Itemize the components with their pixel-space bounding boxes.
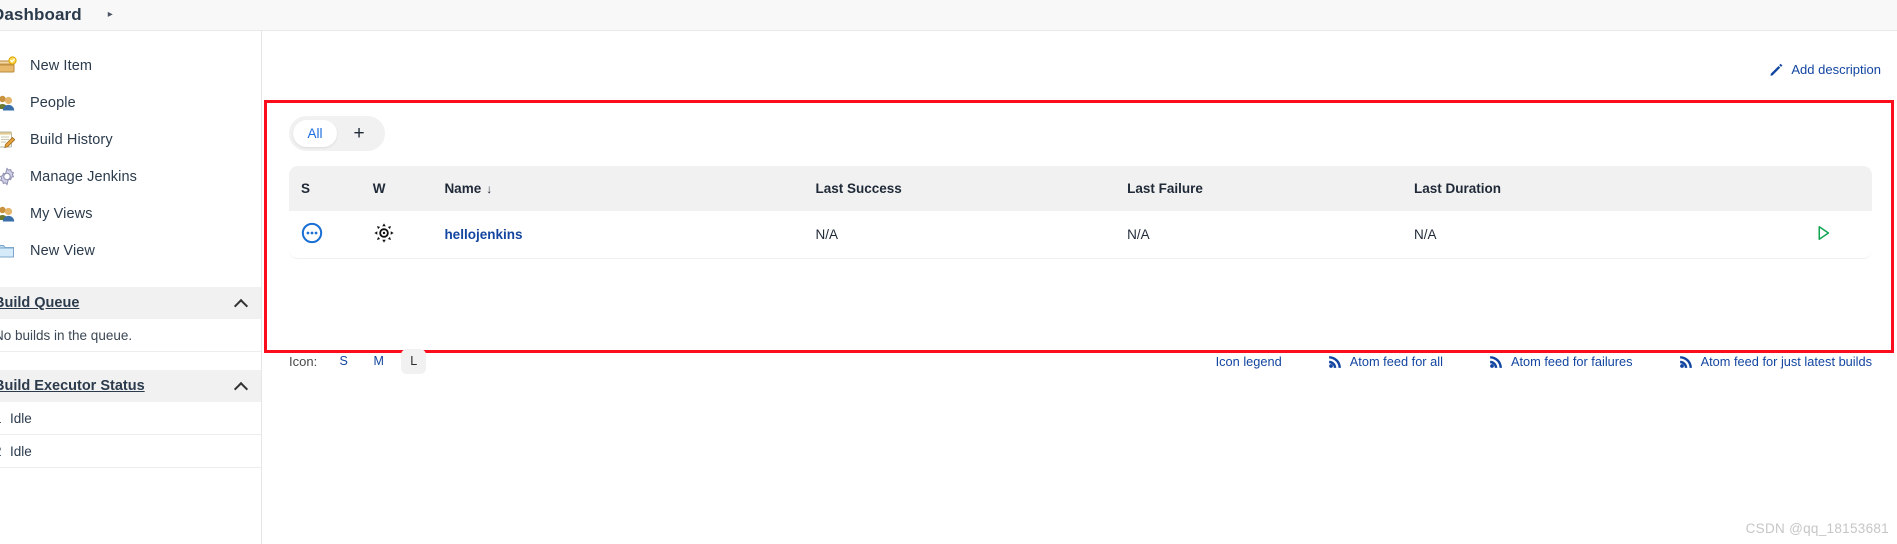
jobs-table-body: hellojenkins N/A N/A N/A: [289, 211, 1872, 259]
icon-legend-link[interactable]: Icon legend: [1216, 354, 1282, 369]
icon-legend-label: Icon legend: [1215, 353, 1282, 369]
gear-icon: [0, 166, 18, 188]
footer-links: Icon legend Atom feed for all Atom feed …: [1216, 354, 1872, 369]
breadcrumb-bar: Dashboard ▸: [0, 0, 1897, 31]
main-content: Add description All + S W Name ↓ Last Suc…: [262, 31, 1897, 544]
rss-icon: [1679, 354, 1694, 369]
job-last-failure-cell: N/A: [1115, 211, 1402, 259]
column-header-last-duration[interactable]: Last Duration: [1402, 166, 1774, 211]
pending-blue-icon[interactable]: [301, 222, 323, 247]
sidebar-nav-list: New Item People Build History Manage Jen…: [0, 31, 261, 269]
pencil-icon: [1769, 62, 1784, 77]
watermark: CSDN @qq_18153681: [1745, 521, 1889, 536]
new-item-icon: [0, 55, 18, 77]
icon-size-label: Icon:: [289, 353, 318, 369]
sidebar-item-label: Manage Jenkins: [30, 168, 137, 185]
atom-feed-latest-builds-link[interactable]: Atom feed for just latest builds: [1679, 354, 1872, 369]
view-tab-bar: All +: [289, 116, 385, 151]
column-header-last-failure[interactable]: Last Failure: [1115, 166, 1402, 211]
jobs-table: S W Name ↓ Last Success Last Failure Last…: [289, 166, 1872, 259]
job-status-cell: [289, 211, 361, 259]
sidebar-item-label: New View: [30, 242, 96, 259]
jobs-table-head: S W Name ↓ Last Success Last Failure Last…: [289, 166, 1872, 211]
breadcrumb-chevron-right-icon[interactable]: ▸: [108, 10, 113, 20]
sidebar-item-label: Build History: [30, 131, 113, 148]
atom-feed-latest-builds-label: Atom feed for just latest builds: [1700, 353, 1872, 369]
sidebar-item-people[interactable]: People: [0, 84, 261, 121]
job-name-cell: hellojenkins: [432, 211, 804, 259]
job-weather-cell: [360, 211, 433, 259]
tab-all[interactable]: All: [293, 120, 337, 147]
sidebar-item-manage-jenkins[interactable]: Manage Jenkins: [0, 158, 261, 195]
sidebar-item-build-history[interactable]: Build History: [0, 121, 261, 158]
folder-icon: [0, 240, 18, 262]
atom-feed-failures-link[interactable]: Atom feed for failures: [1489, 354, 1633, 369]
executor-number: 2: [0, 444, 10, 459]
column-header-status[interactable]: S: [289, 166, 361, 211]
rss-icon: [1328, 354, 1343, 369]
job-link-hellojenkins[interactable]: hellojenkins: [444, 227, 522, 242]
column-header-weather[interactable]: W: [360, 166, 433, 211]
table-footer: Icon: S M L Icon legend Atom feed for al…: [289, 346, 1872, 376]
build-queue-panel: Build Queue No builds in the queue.: [0, 287, 261, 352]
build-queue-empty-message: No builds in the queue.: [0, 327, 133, 343]
add-description-button[interactable]: Add description: [1769, 62, 1881, 77]
executor-row[interactable]: 1 Idle: [0, 402, 261, 435]
executor-row[interactable]: 2 Idle: [0, 435, 261, 468]
sidebar-item-new-view[interactable]: New View: [0, 232, 261, 269]
sunny-icon[interactable]: [373, 223, 395, 247]
column-header-actions: [1773, 166, 1872, 211]
build-executor-status-title: Build Executor Status: [0, 378, 145, 394]
add-view-button[interactable]: +: [337, 120, 381, 147]
table-row: hellojenkins N/A N/A N/A: [289, 211, 1872, 259]
job-last-success-cell: N/A: [803, 211, 1116, 259]
atom-feed-all-link[interactable]: Atom feed for all: [1328, 354, 1443, 369]
my-views-icon: [0, 203, 18, 225]
sidebar-item-label: New Item: [30, 57, 93, 74]
icon-size-group: Icon: S M L: [289, 348, 434, 374]
column-header-last-success[interactable]: Last Success: [803, 166, 1116, 211]
icon-size-large-button[interactable]: L: [401, 348, 427, 374]
column-header-name[interactable]: Name ↓: [432, 166, 804, 211]
executor-number: 1: [0, 411, 10, 426]
build-queue-empty-row: No builds in the queue.: [0, 319, 261, 352]
executor-state: Idle: [10, 443, 32, 459]
sidebar-item-my-views[interactable]: My Views: [0, 195, 261, 232]
build-queue-title: Build Queue: [0, 295, 80, 311]
atom-feed-all-label: Atom feed for all: [1349, 353, 1443, 369]
icon-size-small-button[interactable]: S: [331, 349, 356, 374]
build-history-icon: [0, 129, 18, 151]
chevron-up-icon[interactable]: [235, 380, 247, 392]
job-last-duration-cell: N/A: [1402, 211, 1774, 259]
build-queue-header[interactable]: Build Queue: [0, 287, 261, 319]
build-executor-status-panel: Build Executor Status 1 Idle 2 Idle: [0, 370, 261, 468]
people-icon: [0, 92, 18, 114]
rss-icon: [1489, 354, 1504, 369]
sidebar: New Item People Build History Manage Jen…: [0, 31, 262, 544]
chevron-up-icon[interactable]: [235, 297, 247, 309]
jobs-table-header-row: S W Name ↓ Last Success Last Failure Last…: [289, 166, 1872, 211]
sidebar-item-new-item[interactable]: New Item: [0, 47, 261, 84]
schedule-build-icon[interactable]: [1813, 226, 1833, 246]
job-action-cell: [1773, 211, 1872, 259]
add-description-label: Add description: [1791, 62, 1881, 77]
sidebar-item-label: People: [30, 94, 76, 111]
build-executor-status-header[interactable]: Build Executor Status: [0, 370, 261, 402]
sort-descending-icon: ↓: [486, 182, 493, 196]
icon-size-medium-button[interactable]: M: [366, 349, 391, 374]
column-header-name-label: Name: [444, 181, 482, 196]
executor-state: Idle: [10, 410, 32, 426]
breadcrumb-dashboard[interactable]: Dashboard: [0, 5, 82, 25]
sidebar-item-label: My Views: [30, 205, 93, 222]
atom-feed-failures-label: Atom feed for failures: [1510, 353, 1633, 369]
